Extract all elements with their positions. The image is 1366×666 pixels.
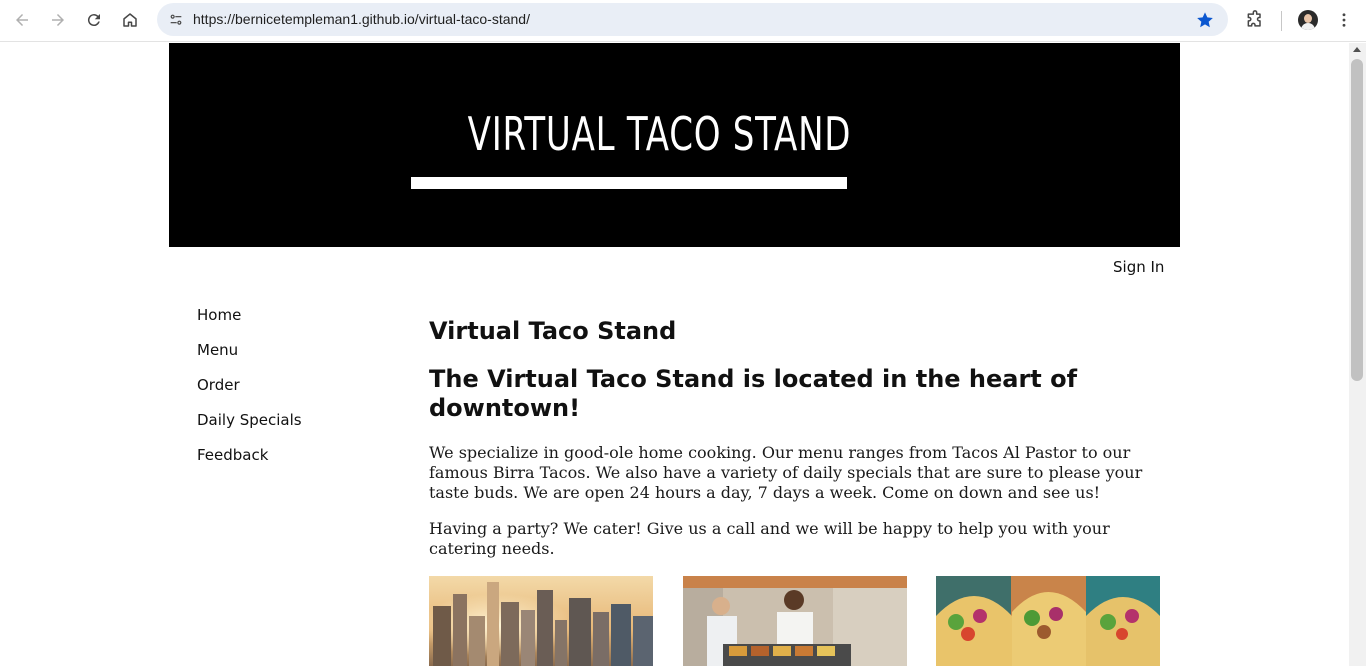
site-info-button[interactable] (163, 7, 189, 33)
photo-gallery (429, 576, 1160, 666)
extensions-icon (1247, 10, 1261, 27)
site-banner: VIRTUAL TACO STAND (169, 43, 1180, 247)
forward-button[interactable] (43, 5, 73, 35)
page-title: Virtual Taco Stand (429, 317, 677, 345)
sidebar-item-home[interactable]: Home (197, 306, 302, 341)
home-button[interactable] (115, 5, 145, 35)
page-subtitle: The Virtual Taco Stand is located in the… (429, 365, 1078, 422)
profile-avatar (1298, 10, 1318, 30)
more-menu-icon (1342, 13, 1346, 27)
forward-icon (52, 14, 64, 26)
main-content: Virtual Taco Stand The Virtual Taco Stan… (429, 316, 1164, 559)
banner-underline (411, 177, 847, 189)
back-button[interactable] (7, 5, 37, 35)
city-skyline-photo (429, 576, 653, 666)
intro-paragraph: We specialize in good-ole home cooking. … (429, 443, 1143, 502)
reload-icon (87, 14, 100, 27)
sign-in-link[interactable]: Sign In (1113, 258, 1164, 276)
bookmark-star-icon (1197, 12, 1213, 28)
profile-button[interactable] (1293, 5, 1323, 35)
site-info-icon (170, 14, 182, 25)
sidebar-item-feedback[interactable]: Feedback (197, 446, 302, 481)
address-bar[interactable]: https://bernicetempleman1.github.io/virt… (157, 3, 1228, 36)
banner-logo-text: VIRTUAL TACO STAND (467, 107, 852, 161)
catering-paragraph: Having a party? We cater! Give us a call… (429, 519, 1110, 558)
home-icon (123, 13, 137, 27)
sidebar-item-daily-specials[interactable]: Daily Specials (197, 411, 302, 446)
scroll-thumb[interactable] (1351, 59, 1363, 381)
sidebar-item-order[interactable]: Order (197, 376, 302, 411)
browser-toolbar: https://bernicetempleman1.github.io/virt… (0, 0, 1366, 42)
extensions-button[interactable] (1240, 5, 1270, 35)
scroll-up-arrow-icon[interactable] (1353, 47, 1361, 52)
toolbar-divider (1281, 11, 1282, 31)
back-icon (16, 14, 28, 26)
sidebar-nav: Home Menu Order Daily Specials Feedback (197, 306, 302, 481)
more-menu-button[interactable] (1329, 5, 1359, 35)
page-scrollbar[interactable] (1349, 43, 1366, 666)
url-text[interactable]: https://bernicetempleman1.github.io/virt… (193, 11, 530, 27)
sidebar-item-menu[interactable]: Menu (197, 341, 302, 376)
taco-stand-vendors-photo (683, 576, 907, 666)
tacos-photo (936, 576, 1160, 666)
bookmark-button[interactable] (1194, 9, 1216, 31)
reload-button[interactable] (79, 5, 109, 35)
